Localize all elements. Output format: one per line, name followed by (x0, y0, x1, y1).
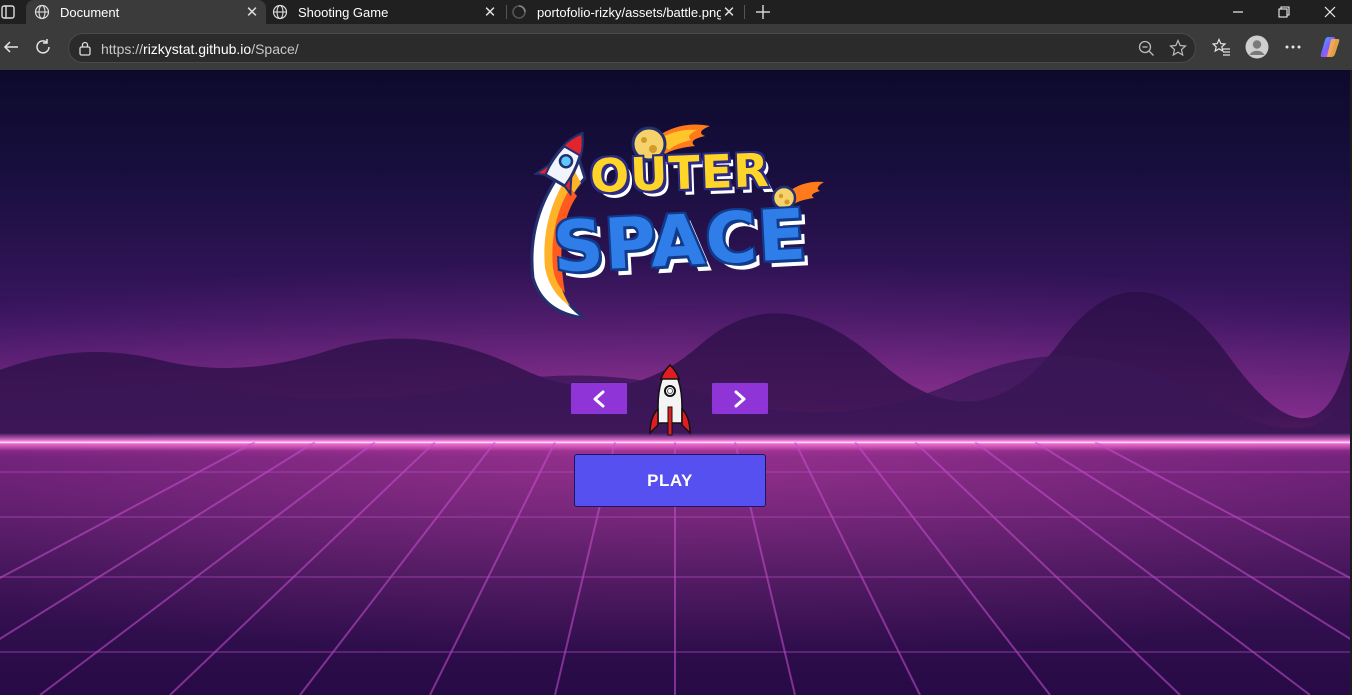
globe-icon (272, 4, 288, 20)
copilot-icon[interactable] (1318, 35, 1342, 59)
tab-title: Shooting Game (298, 4, 389, 20)
chevron-right-icon (734, 390, 746, 407)
chevron-left-icon (593, 390, 605, 407)
prev-ship-button[interactable] (570, 382, 628, 415)
tab-strip: Document ✕ Shooting Game ✕ portofolio-ri… (0, 0, 1352, 24)
url-text[interactable]: https://rizkystat.github.io/Space/ (101, 41, 299, 57)
sidebar-toggle-icon[interactable] (0, 3, 16, 21)
refresh-icon[interactable] (32, 36, 54, 58)
next-ship-button[interactable] (711, 382, 769, 415)
more-menu-icon[interactable] (1282, 36, 1304, 58)
logo-word-space: SPACE (551, 193, 809, 289)
outer-space-logo: OUTER SPACE (515, 118, 825, 318)
zoom-out-icon[interactable] (1138, 40, 1155, 62)
tab-document[interactable]: Document ✕ (26, 0, 266, 24)
game-page: OUTER SPACE PLAY (0, 70, 1350, 695)
close-icon[interactable]: ✕ (721, 4, 737, 21)
browser-toolbar: https://rizkystat.github.io/Space/ (0, 24, 1352, 70)
restore-icon[interactable] (1261, 0, 1307, 24)
new-tab-button[interactable] (751, 0, 775, 24)
tab-separator (744, 5, 745, 19)
tab-shooting-game[interactable]: Shooting Game ✕ (266, 0, 504, 24)
tab-title: portofolio-rizky/assets/battle.png (537, 4, 721, 20)
favorite-star-icon[interactable] (1169, 39, 1187, 62)
play-button[interactable]: PLAY (574, 454, 766, 507)
tab-title: Document (60, 4, 120, 20)
url-host: rizkystat.github.io (143, 41, 252, 57)
site-info-icon[interactable] (78, 41, 92, 61)
window-close-icon[interactable] (1307, 0, 1352, 24)
url-protocol: https:// (101, 41, 144, 57)
url-path: /Space/ (251, 41, 299, 57)
close-icon[interactable]: ✕ (482, 4, 498, 21)
profile-avatar-icon[interactable] (1245, 35, 1269, 59)
address-bar[interactable]: https://rizkystat.github.io/Space/ (68, 33, 1196, 63)
favorites-icon[interactable] (1210, 36, 1232, 58)
back-icon[interactable] (0, 36, 22, 58)
spaceship-preview (649, 363, 691, 436)
logo-word-outer: OUTER (589, 142, 771, 204)
tab-battle-png[interactable]: portofolio-rizky/assets/battle.png ✕ (505, 0, 743, 24)
loading-icon (511, 4, 527, 20)
globe-icon (34, 4, 50, 20)
close-icon[interactable]: ✕ (244, 4, 260, 21)
minimize-icon[interactable] (1215, 0, 1261, 24)
